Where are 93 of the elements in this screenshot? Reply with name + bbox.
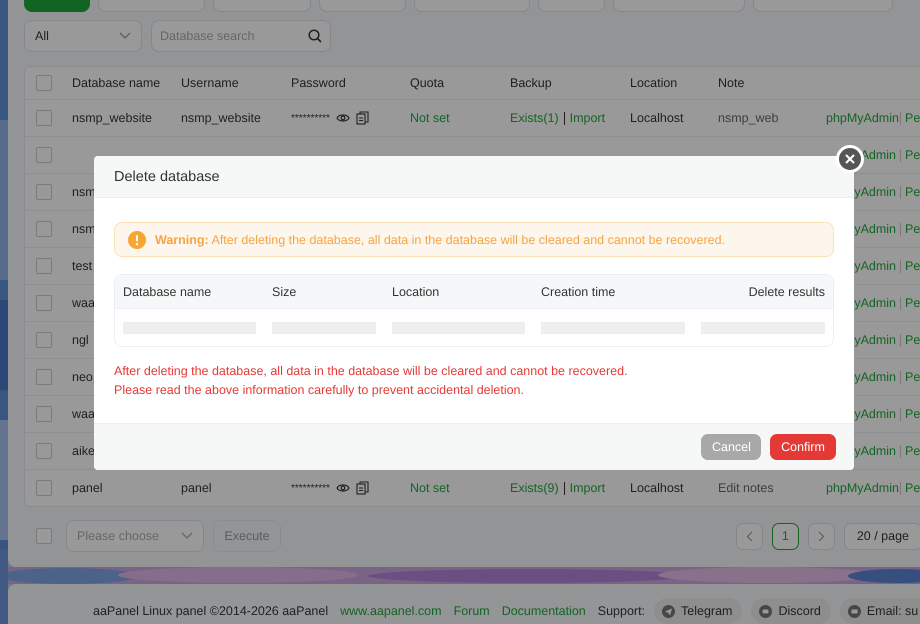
close-icon [845,154,855,164]
action-link[interactable]: Pe [905,111,920,125]
checkbox[interactable] [36,75,52,91]
previous-page-button[interactable] [736,522,763,550]
checkbox[interactable] [36,369,52,385]
column-header: Delete results [748,284,825,298]
footer-link[interactable]: Documentation [502,598,586,624]
chevron-right-icon [818,530,825,542]
action-link[interactable]: Pe [905,296,920,310]
column-header: Location [392,284,440,298]
checkbox[interactable] [36,528,52,544]
table-cell: panel [181,481,212,495]
table-cell: test [72,259,92,273]
column-header: Database name [72,76,162,90]
support-label: Support: [598,603,646,620]
action-link[interactable]: Pe [905,222,920,236]
admin-link[interactable]: phpMyAdmin [826,111,896,125]
quota-link[interactable]: Not set [410,481,450,495]
search-icon [308,29,322,43]
action-link[interactable]: Pe [905,185,920,199]
note-text[interactable]: nsmp_web [718,111,778,125]
action-link[interactable]: Pe [905,407,920,421]
column-header: Note [718,76,746,90]
column-header: Password [291,76,347,90]
eye-icon[interactable] [336,113,350,123]
support-chip[interactable]: Telegram [654,598,742,624]
quota-link[interactable]: Not set [410,111,450,125]
checkbox[interactable] [36,443,52,459]
checkbox[interactable] [36,110,52,126]
page-size-select[interactable]: 20 / page [844,522,920,550]
table-cell: Localhost [630,481,684,495]
import-link[interactable]: Import [570,481,606,495]
footer-link[interactable]: Forum [454,598,490,624]
table-cell: panel [72,481,103,495]
page-button[interactable]: 1 [772,522,799,550]
support-chip[interactable]: Email: su [840,598,920,624]
table-cell: nsmp_website [181,111,261,125]
checkbox[interactable] [36,295,52,311]
password-mask: ********** [291,482,330,494]
action-link[interactable]: Pe [905,370,920,384]
table-cell: ngl [72,333,89,347]
admin-link[interactable]: phpMyAdmin [826,481,896,495]
table-cell: waa [72,296,95,310]
copyright-text: aaPanel Linux panel ©2014-2026 aaPanel [93,603,328,620]
backup-status[interactable]: Exists(9) [510,481,559,495]
action-link[interactable]: Pe [905,148,920,162]
checkbox[interactable] [36,406,52,422]
note-text[interactable]: Edit notes [718,481,774,495]
warning-note: Please read the above information carefully to prevent accidental deletion. [114,382,525,399]
chat-icon [759,604,772,618]
table-cell: waa [72,407,95,421]
confirm-button[interactable]: Confirm [770,434,836,460]
column-header: Quota [410,76,446,90]
dialog-title: Delete database [114,168,220,184]
checkbox[interactable] [36,184,52,200]
action-link[interactable]: Pe [905,481,920,495]
checkbox[interactable] [36,480,52,496]
column-header: Username [181,76,240,90]
action-link[interactable]: Pe [905,259,920,273]
type-select[interactable]: All [24,20,142,52]
checkbox[interactable] [36,221,52,237]
warning-text: Warning: After deleting the database, all data in the database will be cleared and cannot be recovered. [155,232,726,246]
copy-icon[interactable] [356,481,369,495]
import-link[interactable]: Import [570,111,606,125]
next-page-button[interactable] [808,522,835,550]
action-link[interactable]: Pe [905,444,920,458]
warning-note: After deleting the database, all data in the database will be cleared and cannot be recovered. [114,363,629,380]
column-header: Database name [123,284,212,298]
column-header: Creation time [541,284,616,298]
column-header: Location [630,76,678,90]
footer-link[interactable]: www.aapanel.com [340,598,442,624]
send-icon [662,604,676,618]
column-header: Backup [510,76,553,90]
eye-icon[interactable] [336,483,350,493]
table-cell: Localhost [630,111,684,125]
column-header: Size [272,284,298,298]
password-mask: ********** [291,112,330,124]
mail-icon [848,604,861,618]
chevron-down-icon [119,32,131,40]
checkbox[interactable] [36,332,52,348]
chevron-down-icon [181,532,193,540]
table-cell: neo [72,370,93,384]
chevron-left-icon [746,530,753,542]
backup-status[interactable]: Exists(1) [510,111,559,125]
warning-icon [128,230,146,248]
table-cell: aike [72,444,95,458]
checkbox[interactable] [36,147,52,163]
action-link[interactable]: Pe [905,333,920,347]
copy-icon[interactable] [356,111,369,125]
checkbox[interactable] [36,258,52,274]
support-chip[interactable]: Discord [751,598,831,624]
table-cell: nsmp_website [72,111,152,125]
execute-button[interactable]: Execute [213,520,281,552]
